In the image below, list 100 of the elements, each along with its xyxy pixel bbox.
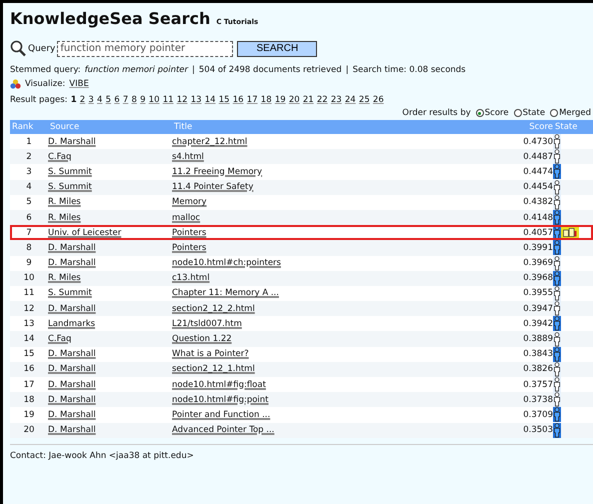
title-link[interactable]: What is a Pointer? xyxy=(172,349,249,360)
page-link[interactable]: 12 xyxy=(176,95,188,105)
score-cell-text: 0.4382 xyxy=(522,197,553,208)
page-link[interactable]: 21 xyxy=(302,95,314,105)
source-link[interactable]: D. Marshall xyxy=(48,425,96,436)
page-link[interactable]: 8 xyxy=(131,95,137,105)
title-link[interactable]: node10.html#ch:pointers xyxy=(172,258,281,268)
rank-cell-text: 5 xyxy=(25,197,33,208)
score-cell-text: 0.4474 xyxy=(522,166,553,177)
site-title: KnowledgeSea Search xyxy=(10,9,210,28)
source-link[interactable]: D. Marshall xyxy=(48,258,96,268)
title-link[interactable]: L21/tsld007.htm xyxy=(172,318,242,329)
page-link[interactable]: 3 xyxy=(88,95,94,105)
title-link[interactable]: Memory xyxy=(172,197,207,208)
source-link[interactable]: D. Marshall xyxy=(48,304,96,314)
vibe-link[interactable]: VIBE xyxy=(69,79,89,89)
source-link[interactable]: C.Faq xyxy=(48,152,72,162)
page-link[interactable]: 10 xyxy=(148,95,160,105)
title-link[interactable]: Pointers xyxy=(172,242,206,253)
page-link[interactable]: 4 xyxy=(97,95,102,105)
rank-cell-text: 10 xyxy=(22,273,36,284)
page-link[interactable]: 20 xyxy=(288,95,300,105)
rank-cell-text: 12 xyxy=(22,304,36,314)
source-link[interactable]: Univ. of Leicester xyxy=(48,228,122,238)
radio-button[interactable] xyxy=(476,109,484,117)
page-link[interactable]: 5 xyxy=(106,95,112,105)
source-link[interactable]: R. Miles xyxy=(48,212,81,223)
page-link[interactable]: 14 xyxy=(204,95,216,105)
rank-cell-text: 19 xyxy=(22,410,36,420)
source-link[interactable]: C.Faq xyxy=(48,334,72,344)
score-cell-text: 0.3969 xyxy=(522,258,553,268)
radio-button[interactable] xyxy=(514,109,522,117)
page-link[interactable]: 26 xyxy=(372,95,384,105)
title-link[interactable]: Pointer and Function ... xyxy=(172,410,270,420)
page-link[interactable]: 1 xyxy=(70,95,77,105)
radio-label[interactable]: Merged xyxy=(559,108,591,118)
source-link[interactable]: R. Miles xyxy=(48,197,81,208)
radio-button[interactable] xyxy=(550,109,558,117)
page-link[interactable]: 2 xyxy=(80,95,86,105)
title-link[interactable]: chapter2_12.html xyxy=(172,136,248,147)
source-link[interactable]: S. Summit xyxy=(48,182,92,192)
search-button[interactable]: SEARCH xyxy=(237,40,318,56)
title-link[interactable]: c13.html xyxy=(172,273,210,284)
visualize-label: Visualize: xyxy=(25,79,66,89)
title-link[interactable]: malloc xyxy=(172,212,200,223)
rank-cell-text: 1 xyxy=(25,136,33,147)
score-cell-text: 0.3826 xyxy=(522,364,553,374)
rank-cell-text: 11 xyxy=(22,288,36,298)
source-link[interactable]: D. Marshall xyxy=(48,380,96,390)
source-link[interactable]: S. Summit xyxy=(48,166,92,177)
page-link[interactable]: 25 xyxy=(358,95,370,105)
score-cell-text: 0.3955 xyxy=(522,288,553,298)
score-cell-text: 0.3757 xyxy=(522,380,553,390)
query-field[interactable]: function memory pointer xyxy=(57,40,234,56)
page-link[interactable]: 24 xyxy=(344,95,356,105)
source-link[interactable]: D. Marshall xyxy=(48,394,96,405)
page-link[interactable]: 22 xyxy=(316,95,328,105)
retrieved-count: 504 of 2498 documents retrieved xyxy=(198,65,342,75)
title-link[interactable]: Pointers xyxy=(172,228,206,238)
title-link[interactable]: section2_12_1.html xyxy=(172,364,255,374)
title-link[interactable]: section2_12_2.html xyxy=(172,304,255,314)
page-link[interactable]: 16 xyxy=(232,95,244,105)
title-link[interactable]: Question 1.22 xyxy=(172,334,232,344)
title-link[interactable]: Chapter 11: Memory A ... xyxy=(172,288,279,298)
page-link[interactable]: 11 xyxy=(162,95,174,105)
rank-cell-text: 4 xyxy=(25,182,33,192)
title-link[interactable]: node10.html#fig:float xyxy=(172,380,266,390)
source-link[interactable]: S. Summit xyxy=(48,288,92,298)
page-link[interactable]: 15 xyxy=(218,95,230,105)
page-link[interactable]: 6 xyxy=(114,95,120,105)
rank-cell-text: 7 xyxy=(25,228,33,238)
source-link[interactable]: R. Miles xyxy=(48,273,81,284)
page-link[interactable]: 17 xyxy=(246,95,258,105)
score-cell-text: 0.4057 xyxy=(522,228,553,238)
title-link[interactable]: 11.4 Pointer Safety xyxy=(172,182,254,192)
page-link[interactable]: 23 xyxy=(330,95,342,105)
page-link[interactable]: 19 xyxy=(274,95,286,105)
search-icon xyxy=(10,40,26,57)
column-header: Rank xyxy=(11,122,34,132)
source-link[interactable]: D. Marshall xyxy=(48,364,96,374)
source-link[interactable]: D. Marshall xyxy=(48,242,96,253)
source-link[interactable]: D. Marshall xyxy=(48,136,96,147)
title-link[interactable]: node10.html#fig:point xyxy=(172,394,269,405)
page-link[interactable]: 18 xyxy=(260,95,272,105)
rank-cell-text: 20 xyxy=(22,425,36,436)
radio-label[interactable]: State xyxy=(522,108,546,118)
source-link[interactable]: D. Marshall xyxy=(48,349,96,360)
source-link[interactable]: Landmarks xyxy=(48,318,96,329)
page-link[interactable]: 13 xyxy=(190,95,202,105)
score-cell-text: 0.3738 xyxy=(522,394,553,405)
page-link[interactable]: 9 xyxy=(140,95,146,105)
title-link[interactable]: s4.html xyxy=(172,152,204,162)
page-link[interactable]: 7 xyxy=(122,95,128,105)
contact-text: Contact: Jae-wook Ahn <jaa38 at pitt.edu> xyxy=(10,450,194,461)
title-link[interactable]: 11.2 Freeing Memory xyxy=(172,166,262,177)
rank-cell-text: 2 xyxy=(25,152,33,162)
title-link[interactable]: Advanced Pointer Top ... xyxy=(172,425,274,436)
radio-label[interactable]: Score xyxy=(484,108,509,118)
score-cell-text: 0.3503 xyxy=(522,425,553,436)
source-link[interactable]: D. Marshall xyxy=(48,410,96,420)
